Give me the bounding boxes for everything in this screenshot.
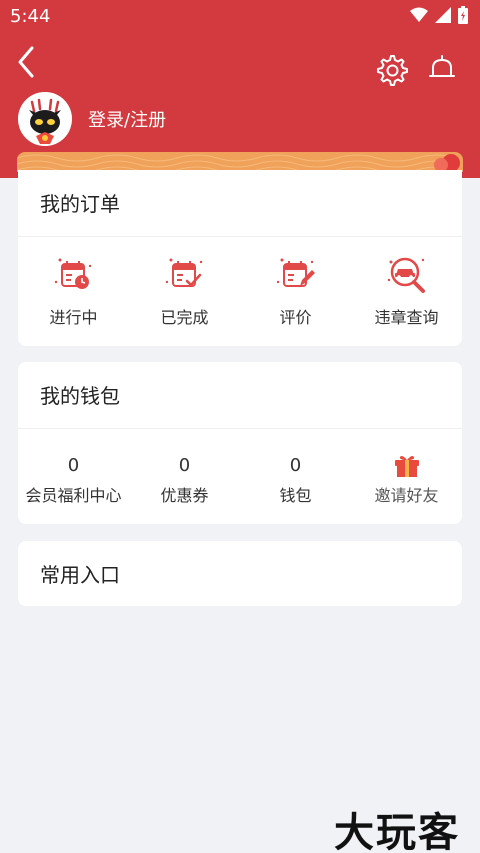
wifi-icon [410,7,428,22]
wallet-invite-friends[interactable]: 邀请好友 [351,454,462,506]
order-tab-review[interactable]: 评价 [240,252,351,328]
order-tab-violation-query[interactable]: 违章查询 [351,252,462,328]
wallet-title: 我的钱包 [40,384,120,408]
order-tab-label: 已完成 [160,308,209,327]
order-tab-label: 违章查询 [374,308,439,327]
watermark-logo: 大玩客 [334,809,460,853]
wallet-coupons[interactable]: 0 优惠券 [129,454,240,506]
member-benefits-label: 会员福利中心 [25,486,122,505]
orders-card: 我的订单 进行中 已完成 评价 违章查询 [18,170,462,346]
car-search-icon [387,257,425,293]
status-time: 5:44 [10,6,51,27]
order-tab-completed[interactable]: 已完成 [129,252,240,328]
calendar-clock-icon [54,258,91,289]
invite-friends-label: 邀请好友 [374,486,439,505]
gift-icon [394,456,419,477]
back-button[interactable] [14,44,40,80]
order-tab-label: 评价 [279,308,312,327]
common-entries-title: 常用入口 [40,563,120,587]
balance-count: 0 [289,455,302,476]
battery-icon [458,6,468,24]
divider [18,428,462,429]
divider [18,236,462,237]
calendar-edit-icon [276,258,315,287]
order-tab-label: 进行中 [49,308,98,327]
common-entries-card: 常用入口 [18,541,462,606]
order-tab-in-progress[interactable]: 进行中 [18,252,129,328]
wallet-member-benefits[interactable]: 0 会员福利中心 [18,454,129,506]
status-bar: 5:44 [0,0,480,34]
orders-title: 我的订单 [40,192,120,216]
wave-pattern-icon [17,154,458,172]
wallet-card: 我的钱包 0 会员福利中心 0 优惠券 0 钱包 邀请好友 [18,362,462,524]
coupons-label: 优惠券 [160,486,209,505]
decorative-banner [17,152,463,172]
status-icons [410,6,468,24]
login-register-link[interactable]: 登录/注册 [88,106,166,132]
member-benefits-count: 0 [67,455,80,476]
notification-bell-icon[interactable] [426,53,458,85]
balance-label: 钱包 [279,486,312,505]
signal-icon [435,7,451,23]
avatar[interactable] [18,92,72,146]
mascot-avatar-icon [18,92,72,146]
coupons-count: 0 [178,455,191,476]
settings-gear-icon[interactable] [374,53,408,87]
wallet-balance[interactable]: 0 钱包 [240,454,351,506]
calendar-check-icon [165,258,202,287]
